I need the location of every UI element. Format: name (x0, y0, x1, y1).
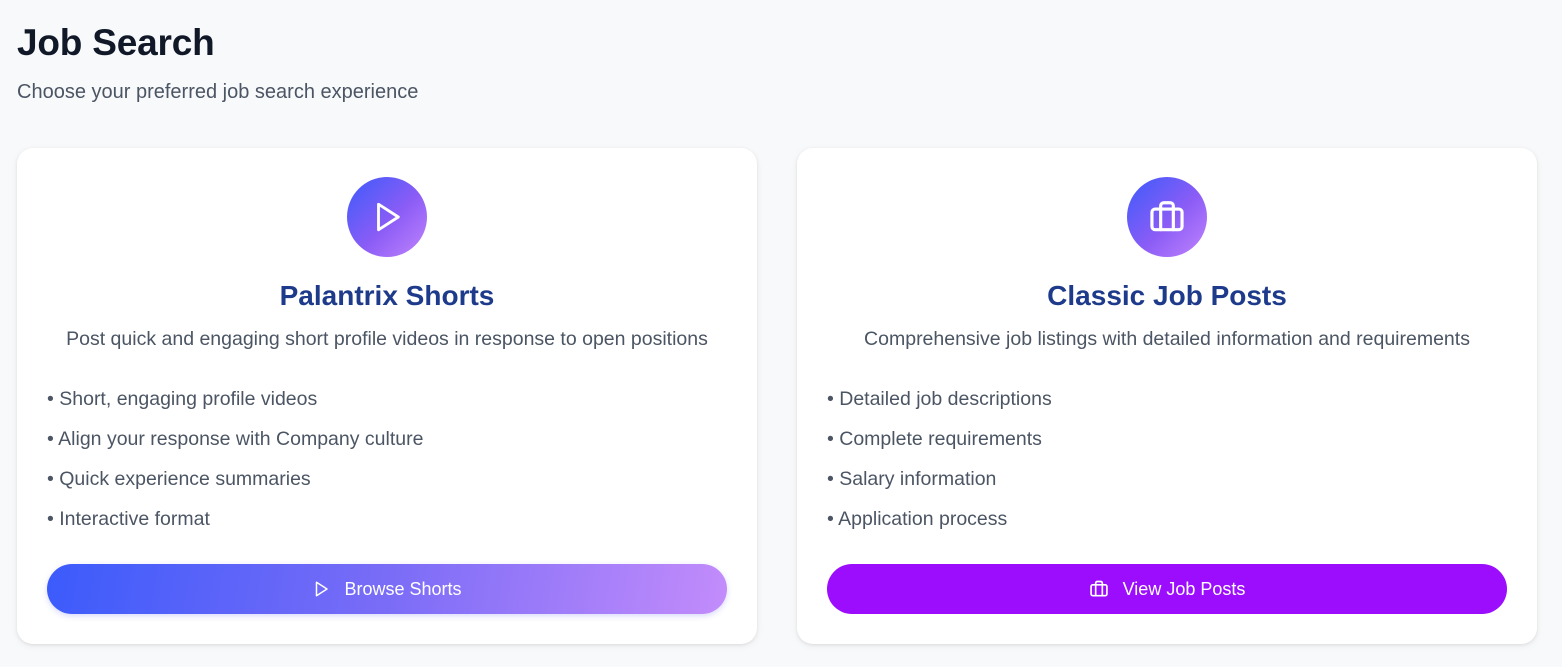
feature-item: • Short, engaging profile videos (47, 388, 318, 410)
briefcase-icon (1089, 579, 1109, 599)
feature-item: • Interactive format (47, 508, 210, 530)
button-label: View Job Posts (1122, 578, 1246, 599)
play-icon (347, 177, 427, 257)
feature-item: • Application process (827, 508, 1008, 530)
page-subtitle: Choose your preferred job search experie… (17, 81, 419, 103)
shorts-card: Palantrix Shorts Post quick and engaging… (17, 148, 757, 644)
play-icon (312, 580, 330, 598)
card-title: Palantrix Shorts (279, 280, 495, 311)
job-search-page: Job Search Choose your preferred job sea… (0, 0, 1562, 667)
view-job-posts-button[interactable]: View Job Posts (827, 564, 1507, 614)
button-label: Browse Shorts (344, 578, 462, 599)
card-description: Comprehensive job listings with detailed… (864, 328, 1470, 350)
feature-item: • Detailed job descriptions (827, 388, 1052, 410)
briefcase-icon (1127, 177, 1207, 257)
page-title: Job Search (17, 22, 215, 63)
job-posts-card: Classic Job Posts Comprehensive job list… (797, 148, 1537, 644)
card-description: Post quick and engaging short profile vi… (66, 328, 708, 350)
feature-list: • Short, engaging profile videos • Align… (47, 388, 423, 548)
feature-item: • Align your response with Company cultu… (47, 428, 424, 450)
card-title: Classic Job Posts (1047, 280, 1287, 311)
feature-item: • Complete requirements (827, 428, 1042, 450)
feature-item: • Quick experience summaries (47, 468, 311, 490)
feature-list: • Detailed job descriptions • Complete r… (827, 388, 1052, 548)
browse-shorts-button[interactable]: Browse Shorts (47, 564, 727, 614)
feature-item: • Salary information (827, 468, 997, 490)
